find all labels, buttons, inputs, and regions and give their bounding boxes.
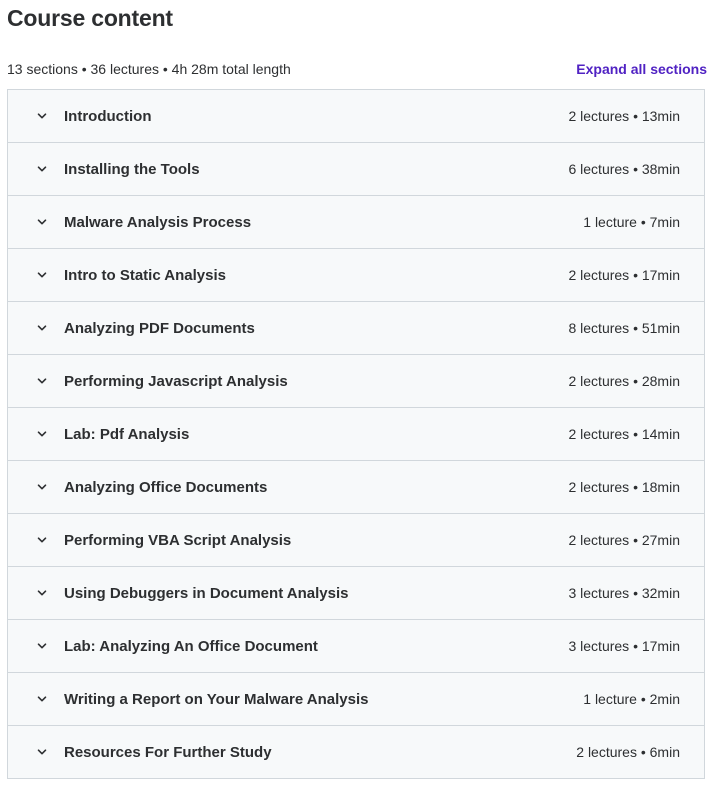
chevron-down-icon: [36, 640, 48, 652]
section-title: Malware Analysis Process: [64, 213, 252, 231]
section-row[interactable]: Installing the Tools 6 lectures • 38min: [8, 143, 704, 196]
section-title: Intro to Static Analysis: [64, 266, 226, 284]
section-meta: 2 lectures • 14min: [568, 426, 680, 442]
chevron-down-icon: [36, 534, 48, 546]
section-row[interactable]: Lab: Analyzing An Office Document 3 lectu…: [8, 620, 704, 673]
section-meta: 3 lectures • 17min: [568, 638, 680, 654]
section-title: Resources For Further Study: [64, 743, 272, 761]
section-title: Analyzing Office Documents: [64, 478, 268, 496]
section-list: Introduction 2 lectures • 13min Installing…: [7, 89, 705, 779]
section-title: Installing the Tools: [64, 160, 200, 178]
chevron-down-icon: [36, 375, 48, 387]
section-title: Performing Javascript Analysis: [64, 372, 288, 390]
section-meta: 2 lectures • 13min: [568, 108, 680, 124]
section-meta: 2 lectures • 27min: [568, 532, 680, 548]
section-row[interactable]: Malware Analysis Process 1 lecture • 7min: [8, 196, 704, 249]
section-row[interactable]: Writing a Report on Your Malware Analysi…: [8, 673, 704, 726]
chevron-down-icon: [36, 322, 48, 334]
chevron-down-icon: [36, 693, 48, 705]
section-row[interactable]: Analyzing PDF Documents 8 lectures • 51mi…: [8, 302, 704, 355]
section-row[interactable]: Performing VBA Script Analysis 2 lectures…: [8, 514, 704, 567]
section-title: Writing a Report on Your Malware Analysi…: [64, 690, 369, 708]
chevron-down-icon: [36, 481, 48, 493]
page-title: Course content: [7, 5, 173, 31]
section-title: Lab: Pdf Analysis: [64, 425, 190, 443]
section-meta: 2 lectures • 28min: [568, 373, 680, 389]
course-summary: 13 sections • 36 lectures • 4h 28m total…: [7, 61, 291, 77]
section-row[interactable]: Introduction 2 lectures • 13min: [8, 90, 704, 143]
section-meta: 8 lectures • 51min: [568, 320, 680, 336]
section-meta: 2 lectures • 6min: [576, 744, 680, 760]
section-title: Using Debuggers in Document Analysis: [64, 584, 349, 602]
course-summary-row: 13 sections • 36 lectures • 4h 28m total…: [7, 60, 707, 78]
section-title: Performing VBA Script Analysis: [64, 531, 292, 549]
chevron-down-icon: [36, 216, 48, 228]
chevron-down-icon: [36, 428, 48, 440]
section-row[interactable]: Resources For Further Study 2 lectures • …: [8, 726, 704, 778]
section-title: Introduction: [64, 107, 152, 125]
chevron-down-icon: [36, 110, 48, 122]
chevron-down-icon: [36, 269, 48, 281]
expand-all-sections-button[interactable]: Expand all sections: [576, 61, 707, 77]
section-meta: 2 lectures • 18min: [568, 479, 680, 495]
section-meta: 1 lecture • 7min: [583, 214, 680, 230]
section-row[interactable]: Intro to Static Analysis 2 lectures • 17m…: [8, 249, 704, 302]
section-row[interactable]: Performing Javascript Analysis 2 lectures…: [8, 355, 704, 408]
chevron-down-icon: [36, 746, 48, 758]
chevron-down-icon: [36, 587, 48, 599]
section-row[interactable]: Analyzing Office Documents 2 lectures • 1…: [8, 461, 704, 514]
section-title: Analyzing PDF Documents: [64, 319, 255, 337]
section-row[interactable]: Using Debuggers in Document Analysis 3 le…: [8, 567, 704, 620]
section-title: Lab: Analyzing An Office Document: [64, 637, 318, 655]
section-meta: 3 lectures • 32min: [568, 585, 680, 601]
section-meta: 2 lectures • 17min: [568, 267, 680, 283]
chevron-down-icon: [36, 163, 48, 175]
section-meta: 6 lectures • 38min: [568, 161, 680, 177]
section-meta: 1 lecture • 2min: [583, 691, 680, 707]
section-row[interactable]: Lab: Pdf Analysis 2 lectures • 14min: [8, 408, 704, 461]
